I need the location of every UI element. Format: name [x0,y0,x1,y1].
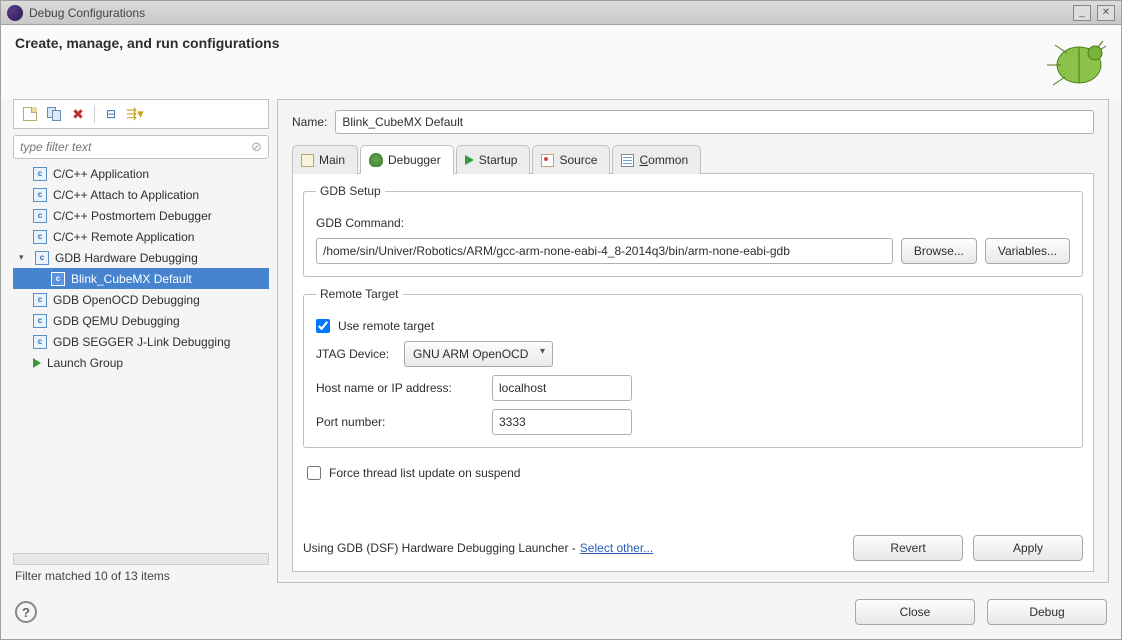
filter-field[interactable]: ⊘ [13,135,269,159]
filter-button[interactable]: ⇶▾ [125,104,145,124]
host-input[interactable] [492,375,632,401]
bug-small-icon [369,153,383,167]
window-title: Debug Configurations [29,6,1067,20]
gdb-command-input[interactable] [316,238,893,264]
tab-common[interactable]: CCommonommon [612,145,701,174]
close-window-button[interactable]: ✕ [1097,5,1115,21]
apply-button[interactable]: Apply [973,535,1083,561]
common-icon [621,154,634,167]
eclipse-icon [7,5,23,21]
debug-button[interactable]: Debug [987,599,1107,625]
main-icon [301,154,314,167]
tabs: Main Debugger Startup Source CCommonommo… [292,144,1094,174]
delete-config-button[interactable]: ✖ [68,104,88,124]
tab-debugger[interactable]: Debugger [360,145,454,174]
launch-icon [33,358,41,368]
horizontal-scrollbar[interactable] [13,553,269,565]
new-config-button[interactable] [20,104,40,124]
debugger-tab-body: GDB Setup GDB Command: Browse... Variabl… [292,174,1094,572]
remote-target-legend: Remote Target [316,287,403,301]
force-thread-label: Force thread list update on suspend [329,466,520,480]
clear-filter-icon[interactable]: ⊘ [251,139,262,155]
tree-item[interactable]: cGDB SEGGER J-Link Debugging [13,331,269,352]
tree-item[interactable]: cC/C++ Application [13,163,269,184]
revert-button[interactable]: Revert [853,535,963,561]
force-thread-checkbox[interactable] [307,466,321,480]
port-label: Port number: [316,415,484,429]
titlebar[interactable]: Debug Configurations _ ✕ [1,1,1121,25]
play-icon [465,155,474,165]
tab-main[interactable]: Main [292,145,358,174]
source-icon [541,154,554,167]
tree-item-selected[interactable]: cBlink_CubeMX Default [13,268,269,289]
filter-status: Filter matched 10 of 13 items [13,565,269,583]
variables-button[interactable]: Variables... [985,238,1070,264]
expand-icon[interactable]: ▾ [19,252,29,263]
config-toolbar: ✖ ⊟ ⇶▾ [13,99,269,129]
collapse-all-button[interactable]: ⊟ [101,104,121,124]
tree-item[interactable]: cGDB QEMU Debugging [13,310,269,331]
jtag-device-select[interactable]: GNU ARM OpenOCD [404,341,553,367]
jtag-device-label: JTAG Device: [316,347,396,361]
close-button[interactable]: Close [855,599,975,625]
remote-target-group: Remote Target Use remote target JTAG Dev… [303,287,1083,448]
tab-startup[interactable]: Startup [456,145,531,174]
tree-item-launch-group[interactable]: Launch Group [13,352,269,373]
dialog-footer: ? Close Debug [1,589,1121,639]
separator [94,105,95,123]
launcher-text: Using GDB (DSF) Hardware Debugging Launc… [303,541,576,555]
gdb-command-label: GDB Command: [316,216,404,230]
tree-item[interactable]: cC/C++ Postmortem Debugger [13,205,269,226]
filter-input[interactable] [20,140,251,154]
left-panel: ✖ ⊟ ⇶▾ ⊘ cC/C++ Application cC/C++ Attac… [13,99,269,583]
name-label: Name: [292,115,327,129]
name-input[interactable] [335,110,1094,134]
tree-item[interactable]: cC/C++ Remote Application [13,226,269,247]
duplicate-config-button[interactable] [44,104,64,124]
use-remote-label: Use remote target [338,319,434,333]
port-input[interactable] [492,409,632,435]
gdb-setup-group: GDB Setup GDB Command: Browse... Variabl… [303,184,1083,277]
header-title: Create, manage, and run configurations [15,35,1043,51]
use-remote-checkbox[interactable] [316,319,330,333]
config-tree[interactable]: cC/C++ Application cC/C++ Attach to Appl… [13,163,269,553]
tree-item-expanded[interactable]: ▾cGDB Hardware Debugging [13,247,269,268]
gdb-setup-legend: GDB Setup [316,184,385,198]
bug-icon [1043,35,1107,91]
tree-item[interactable]: cGDB OpenOCD Debugging [13,289,269,310]
debug-config-window: Debug Configurations _ ✕ Create, manage,… [0,0,1122,640]
tab-source[interactable]: Source [532,145,610,174]
minimize-button[interactable]: _ [1073,5,1091,21]
launcher-row: Using GDB (DSF) Hardware Debugging Launc… [303,529,1083,561]
right-panel: Name: Main Debugger Startup Source CComm… [277,99,1109,583]
header: Create, manage, and run configurations [1,25,1121,99]
select-other-link[interactable]: Select other... [580,541,653,555]
tree-item[interactable]: cC/C++ Attach to Application [13,184,269,205]
help-button[interactable]: ? [15,601,37,623]
browse-button[interactable]: Browse... [901,238,977,264]
host-label: Host name or IP address: [316,381,484,395]
